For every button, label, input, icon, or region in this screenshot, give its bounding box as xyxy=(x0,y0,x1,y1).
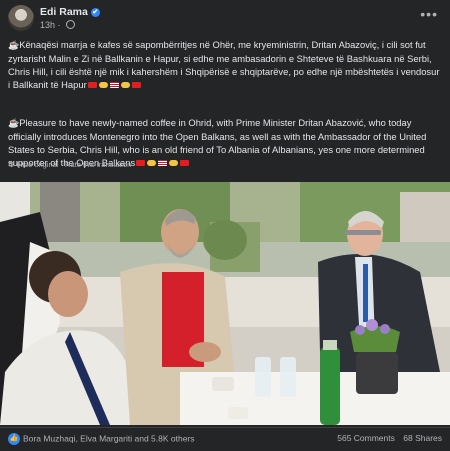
photo-scene xyxy=(0,182,450,425)
post-meta: 13h · xyxy=(40,20,76,30)
post-header: Edi Rama ✔ 13h · ••• xyxy=(8,5,442,35)
comments-count[interactable]: 565 Comments xyxy=(337,433,395,443)
more-options-icon[interactable]: ••• xyxy=(420,7,438,21)
author-name[interactable]: Edi Rama xyxy=(40,6,88,18)
usa-flag-icon xyxy=(158,160,168,167)
gear-icon: ⚙ xyxy=(8,160,15,169)
post-text-original: ☕Kënaqësi marrja e kafes së sapombërritj… xyxy=(8,38,444,91)
handshake-icon xyxy=(147,160,157,167)
verified-icon: ✔ xyxy=(90,7,100,17)
author-name-row: Edi Rama ✔ xyxy=(40,6,100,18)
albania-flag-icon xyxy=(87,82,97,88)
meta-dot: · xyxy=(57,20,61,30)
handshake-icon xyxy=(98,82,108,88)
engagement-counts: 565 Comments 68 Shares xyxy=(337,433,442,443)
albania-flag-icon xyxy=(136,160,146,167)
post-footer: 👍 Bora Muzhaqi, Elva Margariti and 5.8K o… xyxy=(0,427,450,451)
usa-flag-icon xyxy=(109,82,119,88)
rate-translation-link[interactable]: Rate this translation xyxy=(65,160,131,169)
translation-links: ⚙ Hide original · Rate this translation xyxy=(8,160,131,169)
reactions-summary[interactable]: 👍 Bora Muzhaqi, Elva Margariti and 5.8K o… xyxy=(8,433,195,445)
original-text: Kënaqësi marrja e kafes së sapombërritje… xyxy=(8,39,440,90)
author-avatar[interactable] xyxy=(8,5,34,31)
handshake-icon xyxy=(120,82,130,88)
coffee-cup-icon: ☕ xyxy=(8,118,20,129)
like-icon: 👍 xyxy=(8,433,20,445)
albania-flag-icon xyxy=(180,160,190,167)
albania-flag-icon xyxy=(131,82,141,88)
globe-icon xyxy=(66,20,76,29)
coffee-cup-icon: ☕ xyxy=(8,40,20,50)
hide-original-link[interactable]: Hide original xyxy=(17,160,59,169)
post-time[interactable]: 13h xyxy=(40,20,55,30)
shares-count[interactable]: 68 Shares xyxy=(403,433,442,443)
handshake-icon xyxy=(169,160,179,167)
link-separator: · xyxy=(60,160,64,169)
post-photo[interactable] xyxy=(0,182,450,425)
reactions-text[interactable]: Bora Muzhaqi, Elva Margariti and 5.8K ot… xyxy=(23,433,195,443)
